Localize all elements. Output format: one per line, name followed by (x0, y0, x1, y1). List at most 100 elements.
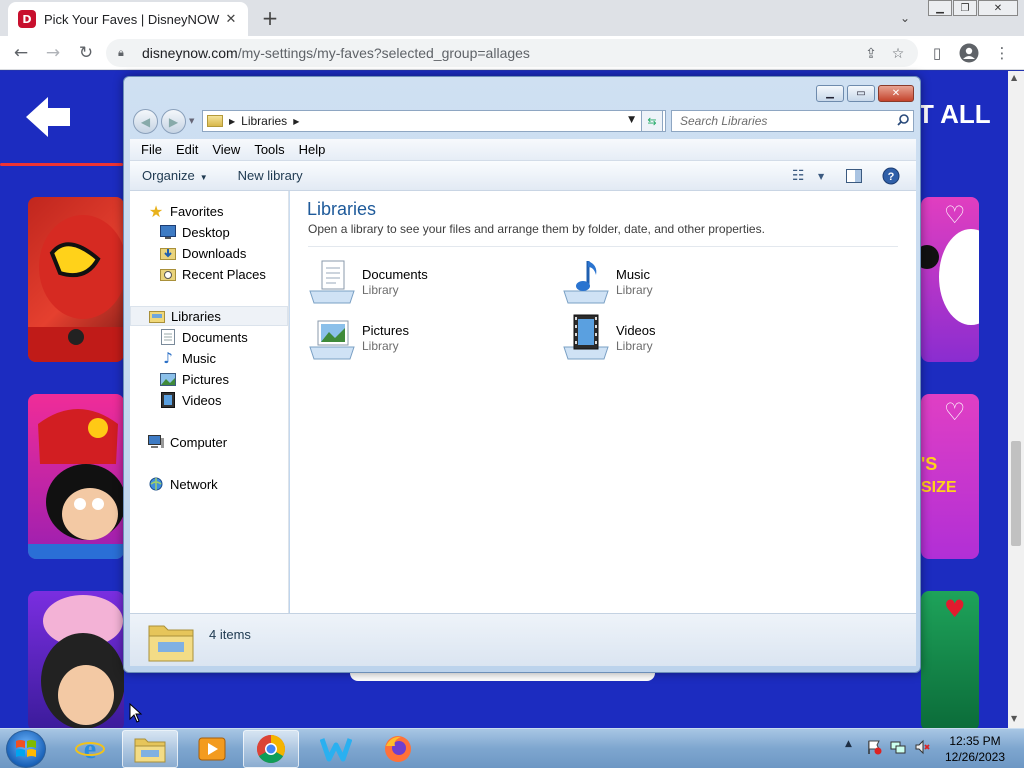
downloads-icon (160, 245, 176, 261)
scroll-down-icon[interactable]: ▼ (1011, 714, 1017, 723)
menu-view[interactable]: View (205, 142, 247, 157)
change-view-icon[interactable]: ☷ (792, 167, 805, 185)
forward-arrow-icon[interactable]: → (40, 40, 66, 66)
browser-tab-bar: D Pick Your Faves | DisneyNOW ✕ + ⌄ ▁ ❐ … (0, 0, 1024, 36)
preview-pane-icon[interactable] (846, 167, 862, 185)
firefox-icon[interactable] (370, 730, 426, 768)
library-type: Library (362, 339, 399, 353)
nav-pictures[interactable]: Pictures (130, 369, 288, 389)
breadcrumb-arrow-icon[interactable]: ▶ (293, 117, 299, 126)
browser-restore-button[interactable]: ❐ (953, 0, 977, 16)
explorer-forward-icon[interactable]: ▶ (161, 109, 186, 134)
bookmark-star-icon[interactable]: ☆ (889, 45, 907, 63)
media-player-icon[interactable] (184, 730, 240, 768)
library-music[interactable]: Music Library (562, 257, 802, 307)
recent-pages-chevron-icon[interactable]: ▼ (189, 117, 194, 125)
browser-minimize-button[interactable]: ▁ (928, 0, 952, 16)
back-arrow-icon[interactable] (24, 95, 72, 139)
side-panel-icon[interactable]: ▯ (926, 42, 948, 64)
spidey-character-card[interactable] (28, 197, 124, 362)
pirate-mickey-character-card[interactable] (28, 394, 124, 559)
explorer-maximize-button[interactable]: ▭ (847, 85, 875, 102)
library-documents[interactable]: Documents Library (308, 257, 548, 307)
windows-logo-icon (16, 740, 36, 757)
nav-documents[interactable]: Documents (130, 327, 288, 347)
address-bar[interactable]: 🔒︎ disneynow.com/my-settings/my-faves?se… (106, 39, 918, 67)
mouse-cursor-icon (129, 703, 143, 723)
chrome-menu-icon[interactable]: ⋮ (991, 42, 1013, 64)
nav-recent-places[interactable]: Recent Places (130, 264, 288, 284)
page-scrollbar[interactable]: ▲ ▼ (1008, 71, 1024, 728)
navigation-pane: ★ Favorites Desktop Downloads Recent Pla… (130, 191, 289, 613)
scroll-up-icon[interactable]: ▲ (1011, 73, 1017, 82)
show-hidden-icons-chevron-icon[interactable]: ▲ (845, 739, 852, 749)
system-clock[interactable]: 12:35 PM 12/26/2023 (940, 733, 1010, 765)
clock-date: 12/26/2023 (944, 750, 1006, 764)
start-button[interactable] (6, 730, 46, 768)
reload-icon[interactable]: ↻ (73, 40, 99, 66)
action-center-flag-icon[interactable] (866, 739, 882, 755)
search-icon[interactable] (897, 113, 913, 129)
library-pictures[interactable]: Pictures Library (308, 313, 548, 363)
organize-button[interactable]: Organize ▼ (142, 168, 208, 183)
scrollbar-thumb[interactable] (1011, 441, 1021, 546)
browser-tab[interactable]: D Pick Your Faves | DisneyNOW ✕ (8, 2, 248, 36)
network-status-icon[interactable] (890, 739, 906, 755)
url-text: disneynow.com/my-settings/my-faves?selec… (142, 45, 530, 61)
folder-icon (134, 738, 166, 763)
nav-downloads[interactable]: Downloads (130, 243, 288, 263)
library-name: Pictures (362, 323, 409, 338)
share-icon[interactable]: ⇪ (862, 45, 880, 63)
minnie-character-card[interactable] (28, 591, 124, 728)
menu-edit[interactable]: Edit (169, 142, 205, 157)
url-host: disneynow.com (142, 45, 238, 61)
chrome-taskbar-button[interactable] (243, 730, 299, 768)
menu-file[interactable]: File (134, 142, 169, 157)
library-name: Videos (616, 323, 656, 338)
tab-close-icon[interactable]: ✕ (222, 10, 240, 28)
favorite-heart-icon[interactable]: ♡ (944, 398, 966, 426)
nav-network-label: Network (170, 476, 218, 492)
address-dropdown-icon[interactable]: ▼ (628, 115, 635, 125)
internet-explorer-icon[interactable]: e (62, 730, 118, 768)
profile-avatar-icon[interactable] (958, 42, 980, 64)
lock-icon: 🔒︎ (118, 46, 124, 59)
view-options-chevron-icon[interactable]: ▼ (818, 167, 824, 185)
back-arrow-icon[interactable]: ← (8, 40, 34, 66)
tab-search-chevron-icon[interactable]: ⌄ (893, 8, 917, 28)
explorer-close-button[interactable]: ✕ (878, 85, 914, 102)
explorer-address-bar[interactable]: ▶ Libraries ▶ ▼ (202, 110, 666, 132)
library-type: Library (616, 339, 653, 353)
breadcrumb-libraries[interactable]: Libraries (241, 114, 287, 128)
volume-muted-icon[interactable] (914, 739, 930, 755)
nav-favorites[interactable]: ★ Favorites (130, 201, 288, 221)
menu-tools[interactable]: Tools (247, 142, 291, 157)
breadcrumb-arrow-icon[interactable]: ▶ (229, 117, 235, 126)
nav-videos[interactable]: Videos (130, 390, 288, 410)
search-libraries-input[interactable]: Search Libraries (671, 110, 914, 132)
explorer-minimize-button[interactable]: ▁ (816, 85, 844, 102)
nav-network[interactable]: Network (130, 474, 288, 494)
music-library-icon (563, 261, 609, 304)
nav-desktop[interactable]: Desktop (130, 222, 288, 242)
browser-close-button[interactable]: ✕ (978, 0, 1018, 16)
chrome-icon (257, 735, 285, 763)
favorite-heart-icon[interactable]: ♡ (944, 201, 966, 229)
select-all-label[interactable]: T ALL (918, 99, 991, 130)
nav-libraries[interactable]: Libraries (130, 306, 288, 326)
explorer-back-icon[interactable]: ◀ (133, 109, 158, 134)
nav-music[interactable]: ♪ Music (130, 348, 288, 368)
menu-help[interactable]: Help (292, 142, 333, 157)
nav-computer[interactable]: Computer (130, 432, 288, 452)
explorer-menu-bar: File Edit View Tools Help (130, 139, 916, 161)
file-explorer-taskbar-button[interactable] (122, 730, 178, 768)
favorite-heart-filled-icon[interactable]: ♥ (944, 595, 966, 623)
help-icon[interactable]: ? (882, 167, 900, 185)
refresh-icon[interactable]: ⇆ (641, 110, 663, 132)
new-library-button[interactable]: New library (238, 168, 303, 183)
wondershare-app-icon[interactable] (308, 730, 364, 768)
new-tab-button[interactable]: + (258, 6, 282, 30)
nav-documents-label: Documents (182, 329, 248, 345)
library-videos[interactable]: Videos Library (562, 313, 802, 363)
pictures-library-icon (309, 320, 355, 360)
